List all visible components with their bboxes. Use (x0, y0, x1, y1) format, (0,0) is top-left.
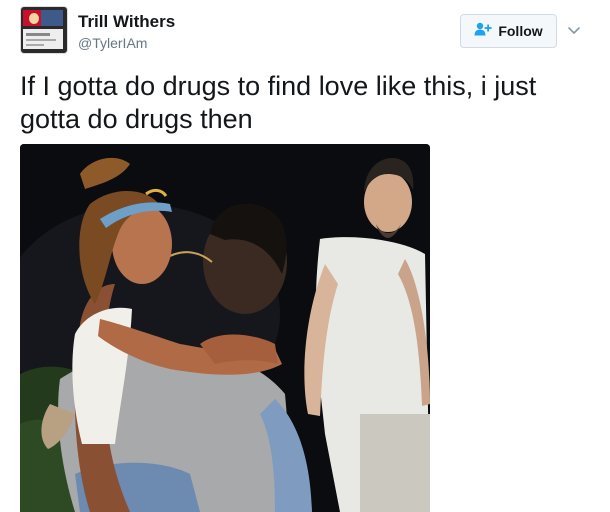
chevron-down-icon[interactable] (566, 22, 582, 38)
photo-illustration (20, 144, 430, 512)
author-name[interactable]: Trill Withers (78, 12, 175, 32)
add-user-icon (474, 22, 492, 41)
author-avatar[interactable] (20, 6, 68, 54)
tweet-text: If I gotta do drugs to find love like th… (20, 71, 537, 134)
author-handle[interactable]: @TylerIAm (78, 35, 147, 51)
follow-button-label: Follow (498, 23, 543, 39)
follow-button[interactable]: Follow (460, 14, 557, 48)
tweet-photo[interactable] (20, 144, 430, 512)
tweet-header: Trill Withers @TylerIAm Follow (20, 6, 590, 58)
